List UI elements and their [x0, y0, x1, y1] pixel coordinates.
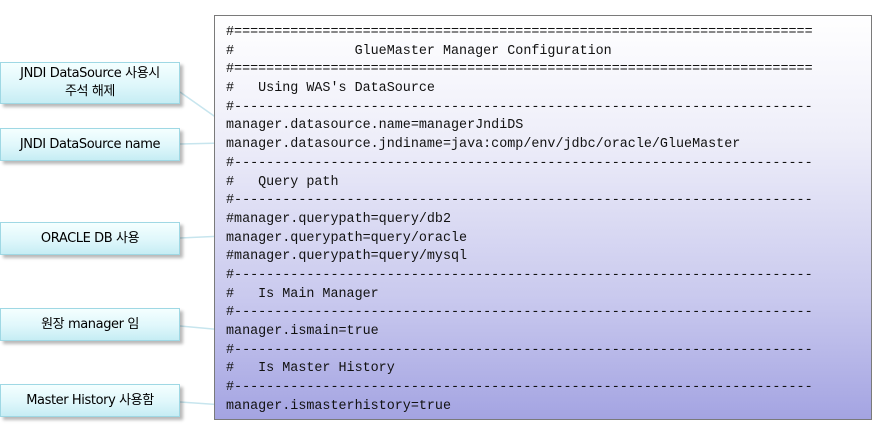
callout-text-line: JNDI DataSource 사용시 [20, 66, 160, 81]
config-file-panel: #=======================================… [214, 15, 872, 420]
property-querypath-mysql: #manager.querypath=query/mysql [226, 249, 468, 265]
callout-text-line: 원장 manager 임 [41, 316, 139, 332]
section-comment-querypath: # Query path [226, 174, 339, 190]
property-querypath-oracle: manager.querypath=query/oracle [226, 230, 468, 246]
callout-text-line: ORACLE DB 사용 [40, 230, 140, 246]
config-separator: #---------------------------------------… [226, 380, 813, 396]
property-ismain: manager.ismain=true [226, 324, 379, 339]
callout-master-history: Master History 사용함 [0, 384, 180, 417]
config-separator: #---------------------------------------… [226, 99, 813, 115]
callout-text-line: JNDI DataSource name [19, 136, 161, 152]
property-datasource-jndiname: manager.datasource.jndiname=java:comp/en… [226, 137, 741, 153]
config-separator: #---------------------------------------… [226, 305, 813, 321]
config-separator: #---------------------------------------… [226, 267, 813, 283]
callout-jndi-datasource-usage: JNDI DataSource 사용시 주석 해제 [0, 62, 180, 104]
callout-main-manager: 원장 manager 임 [0, 308, 180, 341]
config-file-text: #=======================================… [226, 24, 813, 416]
config-separator: #---------------------------------------… [226, 193, 813, 209]
property-querypath-db2: #manager.querypath=query/db2 [226, 211, 451, 227]
section-comment-master-history: # Is Master History [226, 361, 395, 377]
section-comment-main-manager: # Is Main Manager [226, 286, 379, 302]
callout-oracle-db: ORACLE DB 사용 [0, 222, 180, 255]
section-comment-datasource: # Using WAS's DataSource [226, 81, 435, 97]
config-separator: #---------------------------------------… [226, 155, 813, 171]
property-datasource-name: manager.datasource.name=managerJndiDS [226, 118, 524, 134]
callout-text-line: Master History 사용함 [26, 392, 154, 408]
config-title-comment: # GlueMaster Manager Configuration [226, 43, 612, 59]
config-separator: #=======================================… [226, 25, 813, 40]
config-separator: #---------------------------------------… [226, 342, 813, 358]
callout-text-line: 주석 해제 [65, 84, 115, 99]
callout-jndi-datasource-name: JNDI DataSource name [0, 128, 180, 161]
config-separator: #=======================================… [226, 62, 813, 78]
property-ismasterhistory: manager.ismasterhistory=true [226, 398, 451, 414]
